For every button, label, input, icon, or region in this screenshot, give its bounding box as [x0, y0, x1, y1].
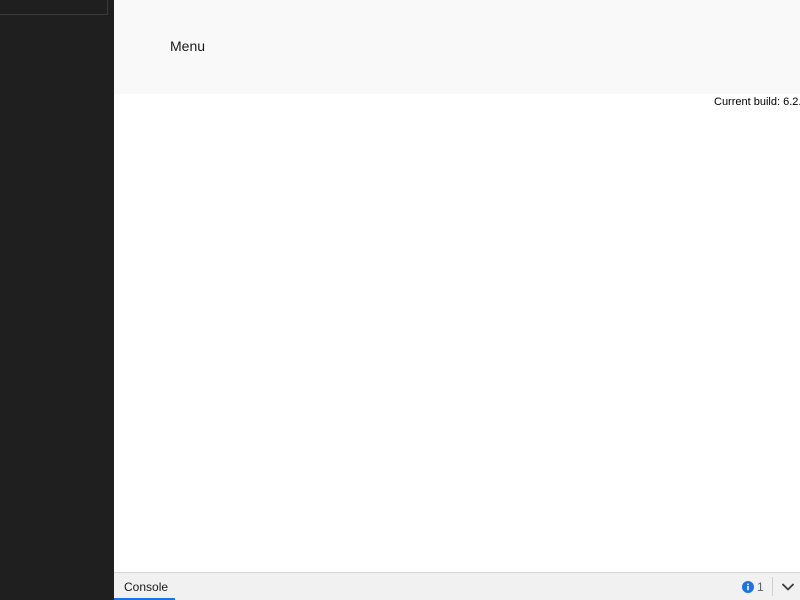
left-panel-top-box[interactable] [0, 0, 108, 15]
devtools-drawer-bar: Console 1 [114, 572, 800, 600]
issues-counter[interactable]: 1 [742, 580, 764, 594]
tab-console-label: Console [124, 580, 169, 594]
app-window: Menu Current build: 6.2. Console 1 [0, 0, 800, 600]
menu-button[interactable]: Menu [170, 38, 205, 54]
main-content: Menu Current build: 6.2. [114, 0, 800, 572]
info-icon [742, 581, 754, 593]
build-version-label: Current build: 6.2. [714, 96, 800, 108]
issue-count-value: 1 [757, 580, 764, 594]
toolbar-divider [772, 577, 773, 596]
left-dark-panel [0, 0, 114, 600]
chevron-down-icon[interactable] [780, 579, 796, 595]
tab-console[interactable]: Console [114, 573, 175, 600]
header-bar: Menu [114, 0, 800, 94]
